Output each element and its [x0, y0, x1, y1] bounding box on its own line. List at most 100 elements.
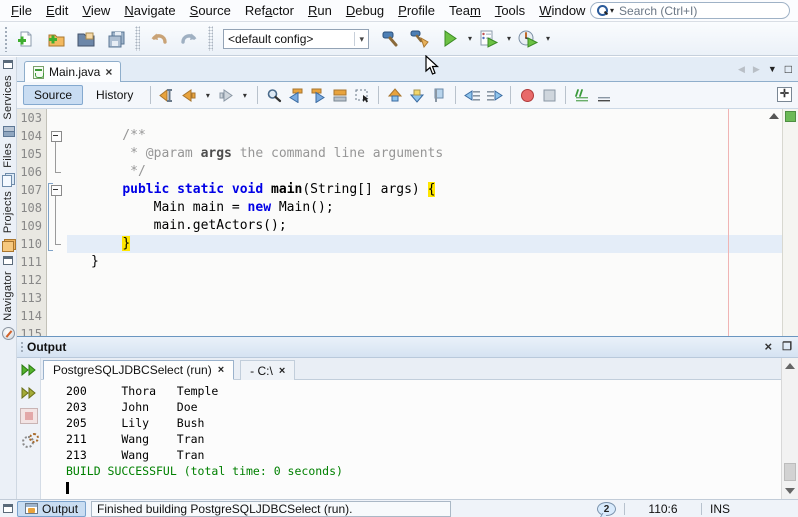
line-number[interactable]: 104 — [17, 127, 42, 145]
line-number[interactable]: 107 — [17, 181, 42, 199]
search-box[interactable]: ▾ — [590, 2, 790, 19]
run-dropdown-icon[interactable]: ▾ — [468, 34, 472, 43]
history-view-button[interactable]: History — [85, 85, 144, 105]
output-grip[interactable] — [19, 340, 24, 354]
rectangular-selection-button[interactable] — [352, 85, 372, 105]
back-dropdown-icon[interactable]: ▾ — [201, 85, 214, 105]
scroll-tabs-left-icon[interactable]: ◀ — [738, 64, 745, 75]
menu-tools[interactable]: Tools — [488, 1, 532, 20]
menu-source[interactable]: Source — [183, 1, 238, 20]
menu-window[interactable]: Window — [532, 1, 592, 20]
projects-icon[interactable] — [2, 239, 15, 250]
code-line[interactable]: Main main = new Main(); — [67, 199, 782, 217]
output-tab-close-icon[interactable]: × — [279, 365, 285, 377]
code-line[interactable]: */ — [67, 163, 782, 181]
code-line[interactable] — [67, 109, 782, 127]
navigate-back-button[interactable] — [179, 85, 199, 105]
dock-window-icon[interactable] — [3, 256, 13, 265]
error-stripe[interactable] — [782, 109, 798, 336]
menu-team[interactable]: Team — [442, 1, 488, 20]
output-float-icon[interactable]: ❐ — [782, 341, 792, 353]
build-project-button[interactable] — [377, 26, 403, 52]
find-previous-button[interactable] — [286, 85, 306, 105]
next-bookmark-button[interactable] — [407, 85, 427, 105]
dock-window-icon[interactable] — [3, 504, 13, 513]
output-tab-close-icon[interactable]: × — [218, 364, 224, 376]
line-number[interactable]: 106 — [17, 163, 42, 181]
rerun-button[interactable] — [20, 362, 38, 378]
toggle-highlight-button[interactable] — [330, 85, 350, 105]
shift-left-button[interactable] — [462, 85, 482, 105]
debug-project-button[interactable] — [476, 26, 502, 52]
code-line[interactable]: public static void main(String[] args) { — [67, 181, 782, 199]
line-number[interactable]: 108 — [17, 199, 42, 217]
notifications-badge[interactable]: 2 — [597, 502, 616, 516]
last-edit-position-button[interactable] — [157, 85, 177, 105]
rerun-with-params-button[interactable] — [20, 385, 38, 401]
services-icon[interactable] — [2, 126, 14, 137]
scroll-down-icon[interactable] — [785, 488, 795, 494]
new-file-button[interactable] — [13, 26, 39, 52]
menu-profile[interactable]: Profile — [391, 1, 442, 20]
output-close-icon[interactable]: × — [765, 341, 773, 353]
sidebar-item-files[interactable]: Files — [2, 143, 14, 168]
dock-window-icon[interactable] — [3, 60, 13, 69]
undo-button[interactable] — [146, 26, 172, 52]
find-next-button[interactable] — [308, 85, 328, 105]
no-errors-indicator[interactable] — [785, 111, 796, 122]
output-tab-run[interactable]: PostgreSQLJDBCSelect (run) × — [43, 360, 234, 380]
line-number[interactable]: 110 — [17, 235, 42, 253]
output-toggle-button[interactable]: Output — [17, 501, 86, 517]
shift-right-button[interactable] — [484, 85, 504, 105]
tab-close-icon[interactable]: × — [105, 67, 112, 77]
code-line[interactable] — [67, 289, 782, 307]
code-line[interactable]: main.getActors(); — [67, 217, 782, 235]
output-console[interactable]: 200 Thora Temple203 John Doe205 Lily Bus… — [41, 380, 781, 499]
code-line[interactable]: /** — [67, 127, 782, 145]
search-dropdown-icon[interactable]: ▾ — [610, 6, 614, 15]
previous-bookmark-button[interactable] — [385, 85, 405, 105]
forward-dropdown-icon[interactable]: ▾ — [238, 85, 251, 105]
code-area[interactable]: /** * @param args the command line argum… — [67, 109, 782, 336]
toolbar-grip[interactable] — [3, 25, 8, 52]
run-project-button[interactable] — [437, 26, 463, 52]
fold-collapse-icon[interactable] — [47, 181, 67, 199]
config-dropdown-icon[interactable]: ▾ — [354, 32, 364, 46]
scrollbar-thumb[interactable] — [784, 463, 796, 481]
line-number[interactable]: 105 — [17, 145, 42, 163]
line-number-gutter[interactable]: 103104105106107108109110111112113114115 — [17, 109, 47, 336]
start-macro-recording-button[interactable] — [517, 85, 537, 105]
output-scrollbar[interactable] — [781, 358, 798, 499]
menu-edit[interactable]: Edit — [39, 1, 75, 20]
menu-refactor[interactable]: Refactor — [238, 1, 301, 20]
scroll-tabs-right-icon[interactable]: ▶ — [753, 64, 760, 75]
profile-project-button[interactable] — [515, 26, 541, 52]
tab-list-dropdown-icon[interactable]: ▼ — [768, 64, 777, 74]
profile-dropdown-icon[interactable]: ▾ — [546, 34, 550, 43]
tab-main-java[interactable]: Main.java × — [24, 61, 121, 82]
new-project-button[interactable] — [43, 26, 69, 52]
uncomment-button[interactable] — [594, 85, 614, 105]
code-editor[interactable]: 103104105106107108109110111112113114115 … — [17, 109, 798, 336]
code-line[interactable] — [67, 307, 782, 325]
open-project-button[interactable] — [73, 26, 99, 52]
menu-file[interactable]: File — [4, 1, 39, 20]
toggle-bookmark-button[interactable] — [429, 85, 449, 105]
line-number[interactable]: 114 — [17, 307, 42, 325]
line-number[interactable]: 112 — [17, 271, 42, 289]
code-line[interactable] — [67, 325, 782, 336]
navigate-forward-button[interactable] — [216, 85, 236, 105]
clean-and-build-button[interactable] — [407, 26, 433, 52]
fold-collapse-icon[interactable] — [47, 127, 67, 145]
menu-view[interactable]: View — [75, 1, 117, 20]
line-number[interactable]: 113 — [17, 289, 42, 307]
sidebar-item-navigator[interactable]: Navigator — [2, 271, 14, 321]
stop-macro-recording-button[interactable] — [539, 85, 559, 105]
editor-scroll-up-icon[interactable] — [769, 113, 779, 119]
navigator-compass-icon[interactable] — [2, 327, 15, 340]
comment-button[interactable] — [572, 85, 592, 105]
ant-settings-button[interactable] — [20, 431, 38, 447]
code-line[interactable]: } — [67, 253, 782, 271]
menu-debug[interactable]: Debug — [339, 1, 391, 20]
search-input[interactable] — [619, 4, 783, 18]
